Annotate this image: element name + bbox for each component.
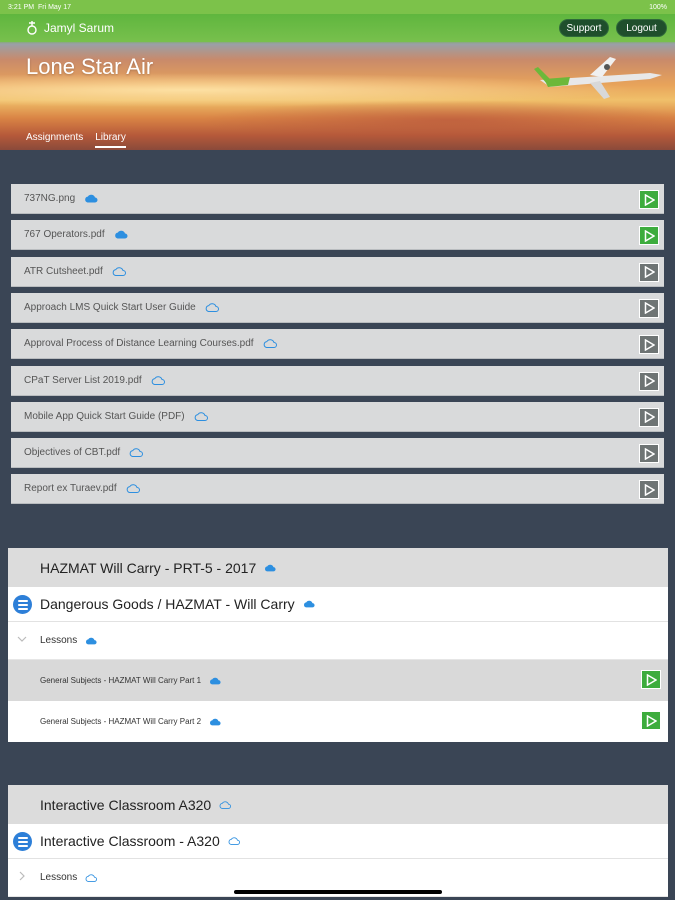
cloud-download-icon[interactable] [112, 266, 126, 276]
library-item-name: Approval Process of Distance Learning Co… [24, 338, 254, 350]
cloud-download-icon[interactable] [303, 600, 315, 608]
module-row[interactable]: Interactive Classroom - A320 [8, 824, 668, 859]
course-title: Interactive Classroom A320 [40, 796, 212, 813]
play-icon [646, 673, 657, 686]
play-button[interactable] [639, 298, 659, 318]
library-item[interactable]: 737NG.png [11, 184, 664, 214]
course-title: HAZMAT Will Carry - PRT-5 - 2017 [40, 559, 257, 576]
library-item-name: Objectives of CBT.pdf [24, 447, 121, 459]
play-icon [644, 447, 655, 460]
course-card: Interactive Classroom A320 Interactive C… [8, 785, 668, 897]
play-button[interactable] [641, 711, 661, 730]
play-icon [644, 302, 655, 315]
play-button[interactable] [639, 407, 659, 427]
cloud-download-icon[interactable] [85, 637, 97, 645]
library-item[interactable]: 767 Operators.pdf [11, 220, 664, 251]
course-title-row[interactable]: Interactive Classroom A320 [8, 785, 668, 824]
play-button[interactable] [639, 190, 659, 209]
play-button[interactable] [639, 335, 659, 355]
module-title: Dangerous Goods / HAZMAT - Will Carry [40, 596, 295, 612]
lessons-label: Lessons [40, 635, 78, 646]
course-title-row[interactable]: HAZMAT Will Carry - PRT-5 - 2017 [8, 548, 668, 587]
cloud-download-icon[interactable] [209, 718, 221, 726]
lesson-row[interactable]: General Subjects - HAZMAT Will Carry Par… [8, 660, 668, 701]
library-item[interactable]: Report ex Turaev.pdf [11, 474, 664, 505]
library-item-name: ATR Cutsheet.pdf [24, 265, 103, 277]
cloud-download-icon[interactable] [84, 194, 98, 203]
play-icon [644, 193, 655, 206]
lessons-toggle[interactable]: Lessons [8, 622, 668, 660]
cloud-download-icon[interactable] [129, 448, 144, 458]
cloud-download-icon[interactable] [228, 837, 240, 845]
cloud-download-icon[interactable] [194, 412, 208, 421]
lessons-label: Lessons [40, 872, 78, 883]
cloud-download-icon[interactable] [126, 484, 140, 494]
course-card: HAZMAT Will Carry - PRT-5 - 2017 Dangero… [8, 548, 668, 742]
play-button[interactable] [639, 262, 659, 282]
cloud-download-icon[interactable] [205, 303, 219, 312]
tab-assignments[interactable]: Assignments [26, 132, 83, 148]
list-icon [13, 832, 32, 851]
play-icon [644, 338, 655, 351]
list-icon [13, 595, 32, 614]
lesson-title: General Subjects - HAZMAT Will Carry Par… [40, 676, 202, 685]
play-button[interactable] [641, 670, 661, 689]
chevron-right-icon [19, 871, 25, 881]
chevron-down-icon [17, 636, 27, 642]
play-icon [644, 411, 655, 424]
library-item[interactable]: CPaT Server List 2019.pdf [11, 365, 664, 396]
battery-level: 100% [649, 3, 667, 11]
library-item-name: 767 Operators.pdf [24, 229, 105, 241]
library-item[interactable]: Approach LMS Quick Start User Guide [11, 292, 664, 323]
tab-bar: Assignments Library [26, 132, 126, 148]
play-button[interactable] [639, 480, 659, 500]
library-item-name: Mobile App Quick Start Guide (PDF) [24, 410, 185, 422]
lesson-row[interactable]: General Subjects - HAZMAT Will Carry Par… [8, 701, 668, 742]
library-item[interactable]: ATR Cutsheet.pdf [11, 256, 664, 287]
play-icon [644, 229, 655, 242]
play-button[interactable] [639, 444, 659, 464]
library-item-name: Approach LMS Quick Start User Guide [24, 301, 196, 313]
library-item[interactable]: Mobile App Quick Start Guide (PDF) [11, 401, 664, 432]
tab-library[interactable]: Library [95, 132, 126, 148]
page-title: Lone Star Air [26, 54, 154, 79]
lesson-title: General Subjects - HAZMAT Will Carry Par… [40, 717, 202, 726]
play-button[interactable] [639, 371, 659, 391]
library-item-name: CPaT Server List 2019.pdf [24, 374, 142, 386]
logout-button[interactable]: Logout [616, 19, 667, 37]
play-icon [644, 483, 655, 496]
cloud-download-icon[interactable] [263, 339, 277, 349]
play-icon [644, 375, 655, 387]
cloud-download-icon[interactable] [264, 564, 276, 572]
play-icon [646, 714, 657, 727]
app-logo-icon [27, 21, 37, 35]
user-name: Jamyl Sarum [44, 21, 115, 35]
library-item[interactable]: Objectives of CBT.pdf [11, 438, 664, 469]
cloud-download-icon[interactable] [114, 230, 128, 239]
module-title: Interactive Classroom - A320 [40, 833, 220, 849]
sunset-clouds-lower [200, 100, 675, 140]
cloud-download-icon[interactable] [209, 677, 221, 685]
support-button[interactable]: Support [559, 19, 609, 37]
user-identity: Jamyl Sarum [26, 20, 114, 36]
play-button[interactable] [639, 226, 659, 246]
library-item-name: 737NG.png [24, 193, 76, 204]
module-row[interactable]: Dangerous Goods / HAZMAT - Will Carry [8, 587, 668, 622]
play-icon [644, 266, 655, 279]
airplane-image [534, 57, 662, 99]
status-bar: 3:21 PM Fri May 17 100% [0, 0, 675, 14]
cloud-download-icon[interactable] [151, 375, 165, 385]
home-indicator[interactable] [234, 890, 442, 894]
library-item[interactable]: Approval Process of Distance Learning Co… [11, 329, 664, 360]
library-item-name: Report ex Turaev.pdf [24, 483, 117, 495]
cloud-download-icon[interactable] [85, 873, 98, 882]
status-date: Fri May 17 [37, 3, 72, 11]
status-time: 3:21 PM [8, 3, 35, 11]
cloud-download-icon[interactable] [219, 800, 232, 809]
